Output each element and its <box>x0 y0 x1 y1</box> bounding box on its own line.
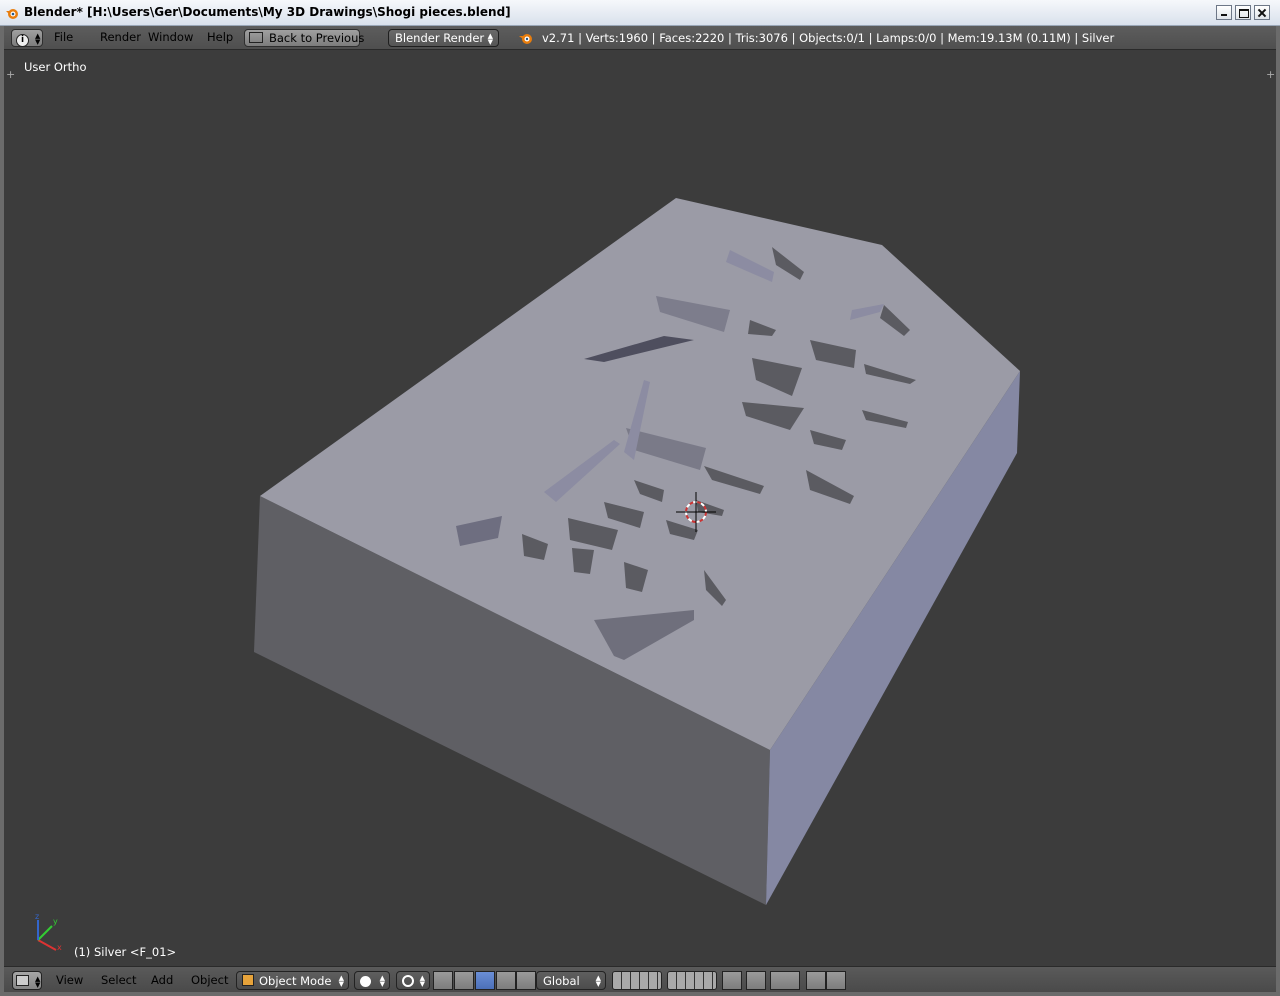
axis-z-label: z <box>35 912 39 921</box>
info-header: i ▲ ▼ File Render Window Help Back to Prev… <box>4 26 1276 50</box>
layers-icon[interactable] <box>612 971 662 990</box>
back-icon <box>249 32 263 43</box>
render-engine-value: Blender Render <box>395 31 485 45</box>
manipulator-icon[interactable] <box>433 971 453 990</box>
window-title: Blender* [H:\Users\Ger\Documents\My 3D D… <box>24 5 511 19</box>
layers-icon-2[interactable] <box>667 971 717 990</box>
view3d-editor-icon[interactable]: ▲ ▼ <box>12 971 42 990</box>
menu-help[interactable]: Help <box>201 29 239 47</box>
menu-select[interactable]: Select <box>97 971 140 990</box>
render-preview-icon[interactable] <box>806 971 826 990</box>
3d-viewport[interactable]: User Ortho + + x y z (1) Silver <F_01> <box>4 50 1276 966</box>
mode-value: Object Mode <box>259 974 332 988</box>
view-axes-gizmo: x y z <box>35 912 62 952</box>
snap-icon[interactable] <box>770 971 800 990</box>
window-controls <box>1216 5 1270 20</box>
maximize-button[interactable] <box>1235 5 1251 20</box>
blender-logo-icon <box>6 9 18 19</box>
orientation-dropdown[interactable]: Global ▲ ▼ <box>536 971 606 990</box>
minimize-button[interactable] <box>1216 5 1232 20</box>
menu-object[interactable]: Object <box>187 971 232 990</box>
3d-view-header: ▲ ▼ View Select Add Object Object Mode ▲ ▼ … <box>4 966 1276 992</box>
axis-x-label: x <box>57 943 62 952</box>
object-mode-icon <box>242 974 254 986</box>
render-animation-icon[interactable] <box>826 971 846 990</box>
shogi-piece-model[interactable] <box>4 50 1276 966</box>
render-icon <box>519 34 532 44</box>
window-titlebar: Blender* [H:\Users\Ger\Documents\My 3D D… <box>0 0 1280 26</box>
orientation-value: Global <box>543 974 580 988</box>
translate-icon[interactable] <box>454 971 474 990</box>
lock-icon[interactable] <box>722 971 742 990</box>
scene-statistics: v2.71 | Verts:1960 | Faces:2220 | Tris:3… <box>542 31 1115 45</box>
mode-dropdown[interactable]: Object Mode ▲ ▼ <box>236 971 349 990</box>
back-to-previous-button[interactable]: Back to Previous <box>244 29 364 47</box>
menu-render[interactable]: Render <box>94 29 147 47</box>
info-editor-icon: i <box>16 34 29 47</box>
close-button[interactable] <box>1254 5 1270 20</box>
scale-tool-icon[interactable] <box>516 971 536 990</box>
axis-y-label: y <box>53 917 58 926</box>
menu-view[interactable]: View <box>52 971 87 990</box>
pivot-icon[interactable]: ▲ ▼ <box>396 971 430 990</box>
active-object-label: (1) Silver <F_01> <box>74 945 177 959</box>
editor-type-selector[interactable]: i ▲ ▼ <box>11 29 43 47</box>
viewport-shading-icon[interactable]: ▲ ▼ <box>354 971 390 990</box>
back-to-previous-label: Back to Previous <box>269 31 365 45</box>
proportional-edit-icon[interactable] <box>746 971 766 990</box>
menu-file[interactable]: File <box>48 29 79 47</box>
rotate-icon[interactable] <box>475 971 495 990</box>
menu-window[interactable]: Window <box>142 29 199 47</box>
scale-icon[interactable] <box>496 971 516 990</box>
render-engine-dropdown[interactable]: Blender Render ▲ ▼ <box>388 29 499 47</box>
blender-main-frame: i ▲ ▼ File Render Window Help Back to Prev… <box>4 26 1276 992</box>
menu-add[interactable]: Add <box>147 971 177 990</box>
